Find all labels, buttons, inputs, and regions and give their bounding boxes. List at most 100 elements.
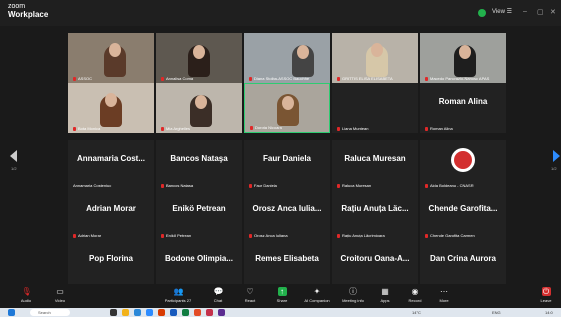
ai-sparkle-icon: ✦	[313, 287, 321, 296]
participant-name: Dorota Nicoara	[250, 125, 282, 130]
name-tile[interactable]: Croitoru Oana-A... Croitoru Oana Alexand…	[332, 240, 418, 290]
muted-mic-icon	[425, 76, 428, 81]
video-tile[interactable]: Liana Muntean	[332, 83, 418, 133]
muted-mic-icon	[337, 76, 340, 81]
video-button[interactable]: ▭ Video	[40, 287, 80, 303]
name-tile[interactable]: Aida Boldeanu - CNASR	[420, 140, 506, 190]
clock[interactable]: 14:0	[545, 309, 553, 316]
excel-icon[interactable]	[182, 309, 189, 316]
title-bar: zoom Workplace View ☰ – ▢ ✕	[0, 0, 561, 26]
name-tile[interactable]: Chende Garofita... Chende Garofita Carme…	[420, 190, 506, 240]
language-indicator[interactable]: ENG	[492, 309, 501, 316]
participant-name-text: Liana Muntean	[342, 126, 369, 131]
muted-mic-icon	[73, 233, 76, 238]
participant-display-name: Remes Elisabeta	[255, 254, 319, 263]
name-tile[interactable]: Annamaria Cost... Annamaria Costeniuc	[68, 140, 154, 190]
participant-name: Adrian Morar	[73, 233, 101, 238]
video-tile[interactable]: Annalisa Coma	[156, 33, 242, 83]
heart-icon: ♡	[246, 287, 254, 296]
name-tile[interactable]: Adrian Morar Adrian Morar	[68, 190, 154, 240]
organization-logo-icon	[451, 148, 475, 172]
participant-name-text: Bancos Natasa	[166, 183, 194, 188]
name-tile[interactable]: Remes Elisabeta Remes Elisabeta	[244, 240, 330, 290]
file-explorer-icon[interactable]	[122, 309, 129, 316]
participant-name: GRITTIS ELISA ELISABETA	[337, 76, 393, 81]
app-name-bottom: Workplace	[8, 10, 49, 19]
edge-browser-icon[interactable]	[134, 309, 141, 316]
name-tile[interactable]: Enikö Petrean Enikő Petrean	[156, 190, 242, 240]
name-tile[interactable]: Bodone Olimpia... Bodone Olimpia Maria	[156, 240, 242, 290]
participants-button[interactable]: 👥 Participants 27	[158, 287, 198, 303]
participant-display-name: Orosz Anca Iulia...	[252, 204, 322, 213]
video-tile[interactable]: Diana Stolba-ASSOC Bauchhe	[244, 33, 330, 83]
participant-name: Faur Daniela	[249, 183, 277, 188]
name-tile[interactable]: Rațiu Anuța Läc... Rațiu Anuța Lăcrimioa…	[332, 190, 418, 240]
muted-mic-icon	[337, 126, 340, 131]
name-tile[interactable]: Dan Crina Aurora Dan Crina Aurora	[420, 240, 506, 290]
share-label: Share	[276, 298, 288, 303]
participant-name: Diana Stolba-ASSOC Bauchhe	[249, 76, 309, 81]
muted-mic-icon	[161, 183, 164, 188]
arrow-shape	[553, 150, 560, 162]
windows-taskbar: Search 14°C ENG 14:0	[0, 308, 561, 317]
participants-count: 27	[186, 298, 192, 303]
participant-name-text: Participants	[164, 298, 186, 303]
word-icon[interactable]	[170, 309, 177, 316]
video-tile[interactable]: Mia Arghelles	[156, 83, 242, 133]
pdf-reader-icon[interactable]	[206, 309, 213, 316]
participant-display-name: Chende Garofita...	[428, 204, 498, 213]
zoom-app-icon[interactable]	[146, 309, 153, 316]
participant-name-text: Faur Daniela	[254, 183, 277, 188]
participant-name-text: Annalisa Coma	[166, 76, 194, 81]
participant-name-text: Rațiu Anuța Lăcrimioara	[342, 233, 385, 238]
muted-mic-icon	[425, 126, 428, 131]
participant-face	[193, 45, 205, 59]
more-button[interactable]: ⋯ More	[424, 287, 464, 303]
muted-mic-icon	[337, 233, 340, 238]
video-tile-active-speaker[interactable]: Dorota Nicoara	[244, 83, 330, 133]
participant-name: Chende Garofita Carmen	[425, 233, 475, 238]
chrome-icon[interactable]	[194, 309, 201, 316]
share-button[interactable]: ↑ Share	[262, 287, 302, 303]
taskbar-search-input[interactable]: Search	[30, 309, 70, 316]
close-icon[interactable]: ✕	[550, 8, 556, 16]
video-tile[interactable]: ASSOC	[68, 33, 154, 83]
name-tile[interactable]: Pop Florina Pop Florina	[68, 240, 154, 290]
name-tile[interactable]: Faur Daniela Faur Daniela	[244, 140, 330, 190]
participant-name: Bota Monica	[73, 126, 100, 131]
weather-widget[interactable]: 14°C	[412, 309, 421, 316]
view-button[interactable]: View ☰	[492, 8, 512, 15]
participant-display-name: Croitoru Oana-A...	[340, 254, 410, 263]
video-tile[interactable]: Bota Monica	[68, 83, 154, 133]
minimize-icon[interactable]: –	[523, 8, 527, 15]
participant-face	[297, 45, 309, 59]
participant-name-text: Orosz Anca Iuliana	[254, 233, 288, 238]
name-tile[interactable]: Roman Alina Roman Alina	[420, 83, 506, 133]
name-tile[interactable]: Orosz Anca Iulia... Orosz Anca Iuliana	[244, 190, 330, 240]
participant-display-name: Rațiu Anuța Läc...	[341, 204, 409, 213]
maximize-icon[interactable]: ▢	[537, 8, 544, 16]
powerpoint-icon[interactable]	[158, 309, 165, 316]
video-tile[interactable]: GRITTIS ELISA ELISABETA	[332, 33, 418, 83]
muted-mic-icon	[337, 183, 340, 188]
share-screen-icon: ↑	[277, 287, 287, 296]
ai-companion-button[interactable]: ✦ AI Companion	[297, 287, 337, 303]
name-tile[interactable]: Bancos Nataşa Bancos Natasa	[156, 140, 242, 190]
participant-name: Aida Boldeanu - CNASR	[425, 183, 474, 188]
participant-name: Macedo Pancrazio-Nanosc APAS	[425, 76, 489, 81]
more-dots-icon: ⋯	[440, 287, 448, 296]
participant-display-name: Pop Florina	[89, 254, 133, 263]
muted-mic-icon	[73, 126, 76, 131]
windows-start-icon[interactable]	[8, 309, 15, 316]
video-tile[interactable]: Macedo Pancrazio-Nanosc APAS	[420, 33, 506, 83]
name-tile[interactable]: Raluca Muresan Raluca Muresan	[332, 140, 418, 190]
task-view-icon[interactable]	[110, 309, 117, 316]
participants-label: Participants 27	[158, 298, 198, 303]
participants-icon: 👥	[173, 287, 184, 296]
leave-button[interactable]: ⏻ Leave	[531, 287, 561, 303]
muted-mic-icon	[161, 76, 164, 81]
security-shield-icon[interactable]	[478, 9, 486, 17]
participant-face	[459, 45, 471, 59]
participant-name-text: Diana Stolba-ASSOC Bauchhe	[254, 76, 310, 81]
teams-icon[interactable]	[218, 309, 225, 316]
